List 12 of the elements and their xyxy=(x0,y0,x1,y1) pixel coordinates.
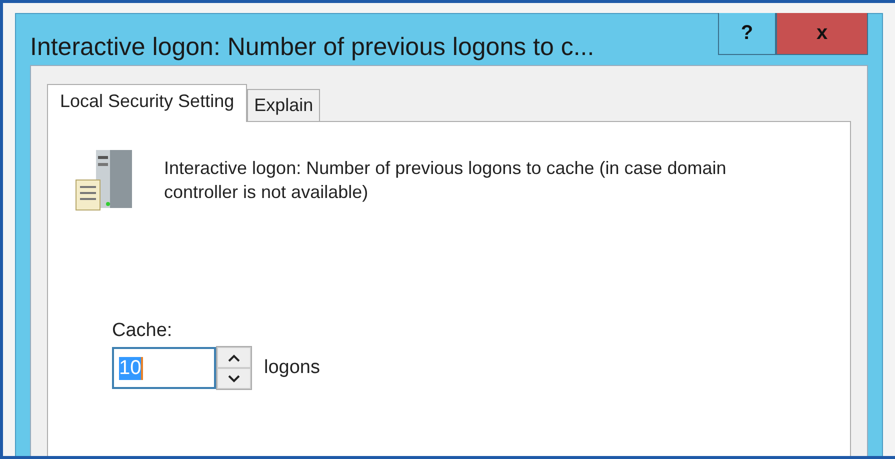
tab[interactable]: Explain xyxy=(247,89,320,121)
unit-label: logons xyxy=(264,357,320,379)
cache-label: Cache: xyxy=(112,320,174,342)
up-caret-icon xyxy=(228,354,240,362)
help-button[interactable]: ? xyxy=(718,13,776,55)
window-title: Interactive logon: Number of previous logons to c... xyxy=(30,32,596,62)
close-button[interactable]: x xyxy=(776,13,868,55)
down-caret-icon xyxy=(228,374,240,382)
tab[interactable]: Local Security Setting xyxy=(47,84,248,122)
increment-button[interactable] xyxy=(217,347,251,368)
policy-description: Interactive logon: Number of previous logons to cache (in case domain controller is not available) xyxy=(164,157,728,204)
decrement-button[interactable] xyxy=(217,368,251,389)
